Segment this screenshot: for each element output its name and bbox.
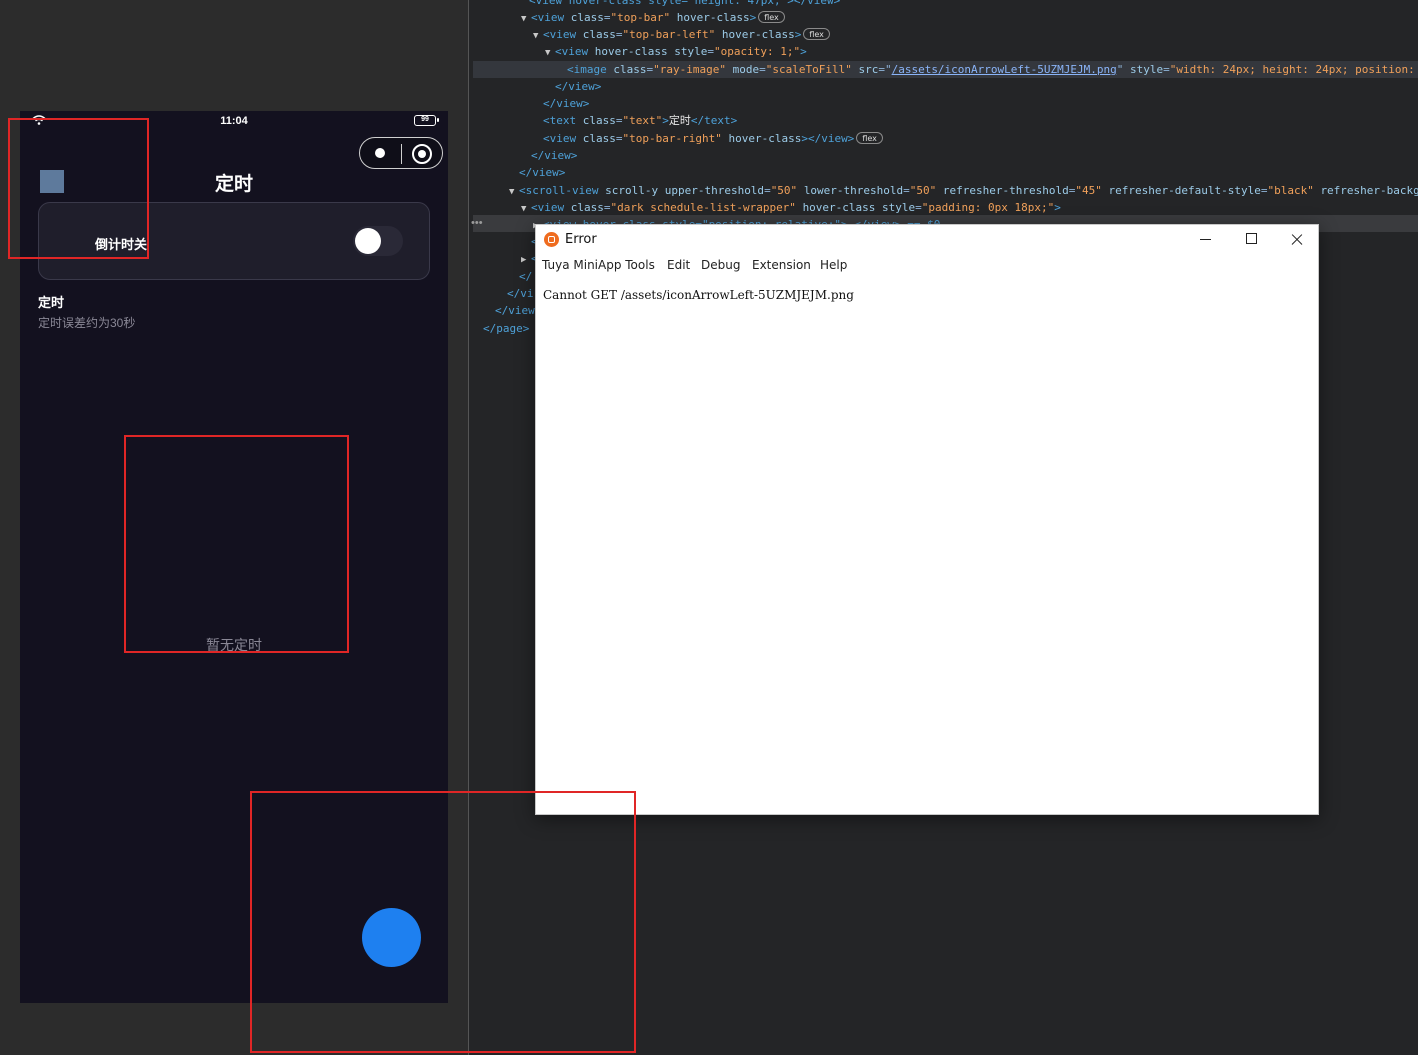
expand-triangle-icon: ▼: [533, 31, 539, 41]
flex-badge: flex: [803, 28, 830, 40]
section-title: 定时: [38, 295, 65, 310]
close-circle-icon[interactable]: [412, 144, 432, 164]
status-bar: 11:04 99: [20, 111, 448, 133]
ellipsis-icon[interactable]: •••: [471, 217, 483, 229]
section-subtitle: 定时误差约为30秒: [38, 316, 136, 330]
dom-tree-line[interactable]: <view class="top-bar-right" hover-class>…: [543, 130, 883, 147]
menu-edit[interactable]: Edit: [667, 258, 690, 272]
battery-icon: 99: [414, 115, 439, 126]
menu-debug[interactable]: Debug: [701, 258, 740, 272]
countdown-card: 倒计时关: [38, 202, 430, 280]
dom-tree-line[interactable]: </page>: [483, 320, 529, 337]
dom-tree-line[interactable]: ▼ <view class="top-bar" hover-class> flex: [521, 9, 785, 26]
miniapp-capsule: [359, 137, 443, 169]
dom-tree-line[interactable]: </view>: [543, 95, 589, 112]
flex-badge: flex: [758, 11, 785, 23]
dom-tree-line[interactable]: ▼ <view hover-class style="opacity: 1;">: [545, 43, 807, 60]
toggle-knob: [355, 228, 381, 254]
dom-tree-line[interactable]: </: [519, 268, 532, 285]
add-schedule-button[interactable]: [362, 908, 421, 967]
empty-state-text: 暂无定时: [206, 637, 262, 653]
expand-triangle-icon: ▼: [521, 14, 527, 24]
menubar: Tuya MiniApp Tools Edit Debug Extension …: [536, 253, 1318, 279]
dom-tree-line[interactable]: </view>: [531, 147, 577, 164]
maximize-button[interactable]: [1229, 225, 1275, 253]
minimize-button[interactable]: [1183, 225, 1229, 253]
dom-tree-line[interactable]: <image class="ray-image" mode="scaleToFi…: [473, 61, 1418, 78]
dom-tree-line[interactable]: </view: [495, 302, 535, 319]
dom-tree-line[interactable]: <text class="text">定时</text>: [543, 112, 737, 129]
error-window: Error Tuya MiniApp Tools Edit Debug Exte…: [535, 224, 1319, 815]
expand-triangle-icon: ▼: [509, 187, 515, 197]
capsule-divider: [401, 144, 402, 164]
dom-tree-line[interactable]: </vi: [507, 285, 534, 302]
countdown-toggle[interactable]: [353, 226, 403, 256]
window-titlebar: Error: [536, 225, 1318, 253]
window-title: Error: [565, 232, 597, 247]
expand-triangle-icon: ▼: [545, 48, 551, 58]
app-logo-icon: [544, 232, 559, 247]
menu-extension[interactable]: Extension: [752, 258, 811, 272]
dom-tree-line[interactable]: ▼ <view class="top-bar-left" hover-class>…: [533, 26, 830, 43]
dom-tree-line[interactable]: <view hover-class style="height: 47px;">…: [529, 0, 840, 9]
menu-tuya-miniapp-tools[interactable]: Tuya MiniApp Tools: [542, 258, 655, 272]
status-time: 11:04: [220, 115, 248, 127]
close-button[interactable]: [1274, 225, 1320, 253]
expand-triangle-icon: ▼: [521, 204, 527, 214]
error-message: Cannot GET /assets/iconArrowLeft-5UZMJEJ…: [543, 288, 854, 302]
page-title: 定时: [214, 174, 253, 195]
dom-tree-line[interactable]: ▼ <view class="dark schedule-list-wrapper…: [521, 199, 1061, 216]
dom-tree-line[interactable]: </view>: [519, 164, 565, 181]
flex-badge: flex: [856, 132, 883, 144]
expand-triangle-icon: ▶: [521, 255, 527, 265]
countdown-label: 倒计时关: [95, 237, 148, 252]
phone-screen: 11:04 99 定时 倒计时关 定时 定时误差约为30秒 暂无定时: [20, 111, 448, 1003]
dom-tree-line[interactable]: </view>: [555, 78, 601, 95]
dom-tree-line[interactable]: ▼ <scroll-view scroll-y upper-threshold="…: [509, 182, 1418, 199]
more-dot-icon[interactable]: [374, 147, 386, 159]
menu-help[interactable]: Help: [820, 258, 847, 272]
